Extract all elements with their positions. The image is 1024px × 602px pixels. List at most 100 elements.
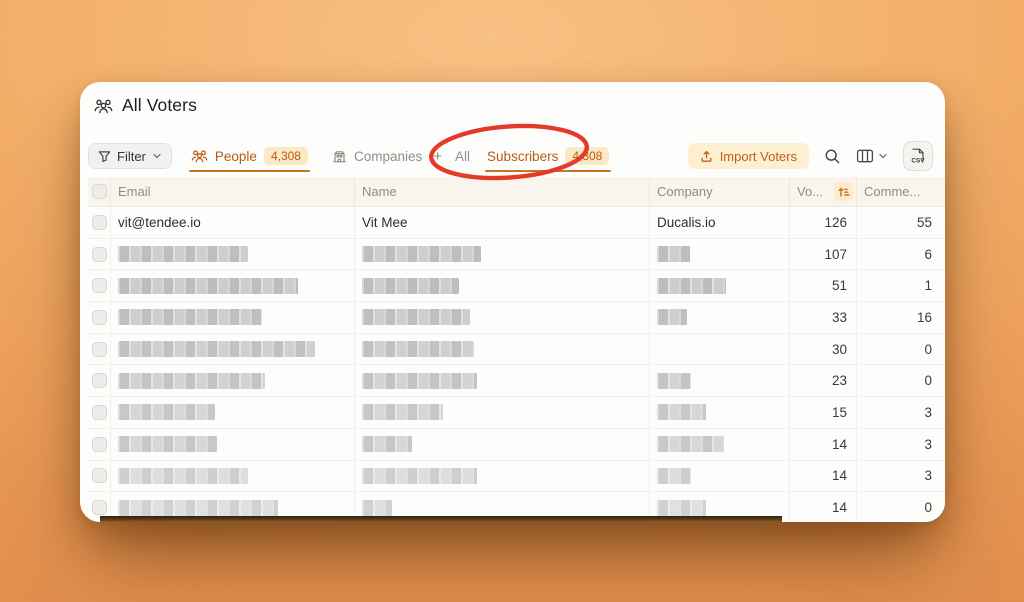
votes-value: 14	[790, 461, 857, 492]
tab-subscribers-count: 4,308	[565, 147, 609, 166]
name-cell	[355, 461, 650, 492]
table-row[interactable]: 230	[88, 365, 945, 397]
chevron-down-icon	[152, 151, 162, 161]
tab-people[interactable]: People 4,308	[191, 147, 308, 166]
redacted-value	[362, 341, 474, 357]
name-cell: Vit Mee	[355, 207, 650, 238]
redacted-value	[657, 309, 687, 325]
row-checkbox[interactable]	[92, 215, 107, 230]
export-csv-button[interactable]: CSV	[903, 141, 933, 171]
table-row[interactable]: 3316	[88, 302, 945, 334]
columns-settings-button[interactable]	[856, 148, 888, 164]
name-cell	[355, 429, 650, 460]
row-checkbox[interactable]	[92, 278, 107, 293]
row-checkbox[interactable]	[92, 437, 107, 452]
votes-value: 33	[790, 302, 857, 333]
tab-subscribers-label: Subscribers	[487, 149, 558, 164]
row-checkbox[interactable]	[92, 468, 107, 483]
redacted-value	[118, 246, 248, 262]
tab-people-active-underline	[189, 170, 310, 173]
column-header-company[interactable]: Company	[650, 177, 790, 206]
name-cell	[355, 397, 650, 428]
redacted-value	[362, 500, 392, 516]
votes-value: 30	[790, 334, 857, 365]
votes-value: 107	[790, 239, 857, 270]
tab-subscribers[interactable]: Subscribers 4,308	[487, 147, 609, 166]
tab-subscribers-active-underline	[485, 170, 611, 173]
redacted-value	[362, 404, 443, 420]
table-row[interactable]: 1076	[88, 239, 945, 271]
screenshot-stage: All Voters Filter People 4,308	[0, 0, 1024, 602]
row-checkbox-cell	[88, 429, 111, 460]
redacted-value	[118, 468, 248, 484]
import-voters-button[interactable]: Import Voters	[688, 143, 809, 169]
redacted-value	[362, 278, 459, 294]
row-checkbox[interactable]	[92, 373, 107, 388]
company-value: Ducalis.io	[657, 215, 716, 230]
column-header-votes[interactable]: Vo...	[790, 177, 857, 206]
table-row[interactable]: 143	[88, 461, 945, 493]
company-cell	[650, 397, 790, 428]
voters-table: Email Name Company Vo... Comme... vit@te…	[88, 177, 945, 522]
name-cell	[355, 270, 650, 301]
table-row[interactable]: 511	[88, 270, 945, 302]
row-checkbox[interactable]	[92, 310, 107, 325]
panel-header: All Voters	[80, 82, 945, 116]
name-cell	[355, 239, 650, 270]
redacted-value	[118, 309, 262, 325]
votes-value: 126	[790, 207, 857, 238]
add-segment-button[interactable]: +	[433, 148, 442, 165]
row-checkbox-cell	[88, 397, 111, 428]
table-row[interactable]: vit@tendee.ioVit MeeDucalis.io12655	[88, 207, 945, 239]
company-cell	[650, 429, 790, 460]
row-checkbox[interactable]	[92, 405, 107, 420]
tab-people-label: People	[215, 149, 257, 164]
redacted-value	[118, 278, 298, 294]
csv-file-icon: CSV	[910, 147, 926, 165]
column-header-name[interactable]: Name	[355, 177, 650, 206]
redacted-value	[118, 404, 215, 420]
email-cell	[111, 429, 355, 460]
row-checkbox[interactable]	[92, 342, 107, 357]
redacted-value	[657, 436, 724, 452]
column-header-comments[interactable]: Comme...	[857, 177, 945, 206]
row-checkbox[interactable]	[92, 247, 107, 262]
email-cell	[111, 302, 355, 333]
row-checkbox[interactable]	[92, 500, 107, 515]
toolbar-right: Import Voters	[688, 141, 933, 171]
comments-value: 1	[857, 270, 945, 301]
import-voters-label: Import Voters	[720, 149, 797, 164]
tab-all[interactable]: All	[455, 149, 470, 164]
redacted-value	[362, 309, 470, 325]
redacted-value	[362, 436, 412, 452]
search-button[interactable]	[824, 148, 841, 165]
building-icon	[332, 149, 347, 164]
redacted-value	[657, 246, 690, 262]
table-row[interactable]: 153	[88, 397, 945, 429]
sort-ascending-icon[interactable]	[834, 182, 853, 201]
tab-companies[interactable]: Companies	[332, 149, 422, 164]
search-icon	[824, 148, 841, 165]
votes-value: 51	[790, 270, 857, 301]
company-cell	[650, 461, 790, 492]
column-header-votes-label: Vo...	[797, 184, 823, 199]
upload-icon	[700, 149, 713, 163]
email-cell	[111, 461, 355, 492]
table-row[interactable]: 143	[88, 429, 945, 461]
redacted-value	[657, 500, 706, 516]
table-row[interactable]: 300	[88, 334, 945, 366]
comments-value: 3	[857, 429, 945, 460]
row-checkbox-cell	[88, 302, 111, 333]
redacted-value	[657, 468, 691, 484]
email-cell	[111, 239, 355, 270]
voters-group-icon	[94, 98, 113, 114]
row-checkbox-cell	[88, 365, 111, 396]
redacted-value	[362, 468, 477, 484]
comments-value: 0	[857, 365, 945, 396]
csv-icon-label: CSV	[911, 158, 925, 165]
select-all-checkbox[interactable]	[92, 184, 107, 199]
column-header-email[interactable]: Email	[111, 177, 355, 206]
table-header-row: Email Name Company Vo... Comme...	[88, 177, 945, 207]
votes-value: 15	[790, 397, 857, 428]
filter-button[interactable]: Filter	[88, 143, 172, 169]
